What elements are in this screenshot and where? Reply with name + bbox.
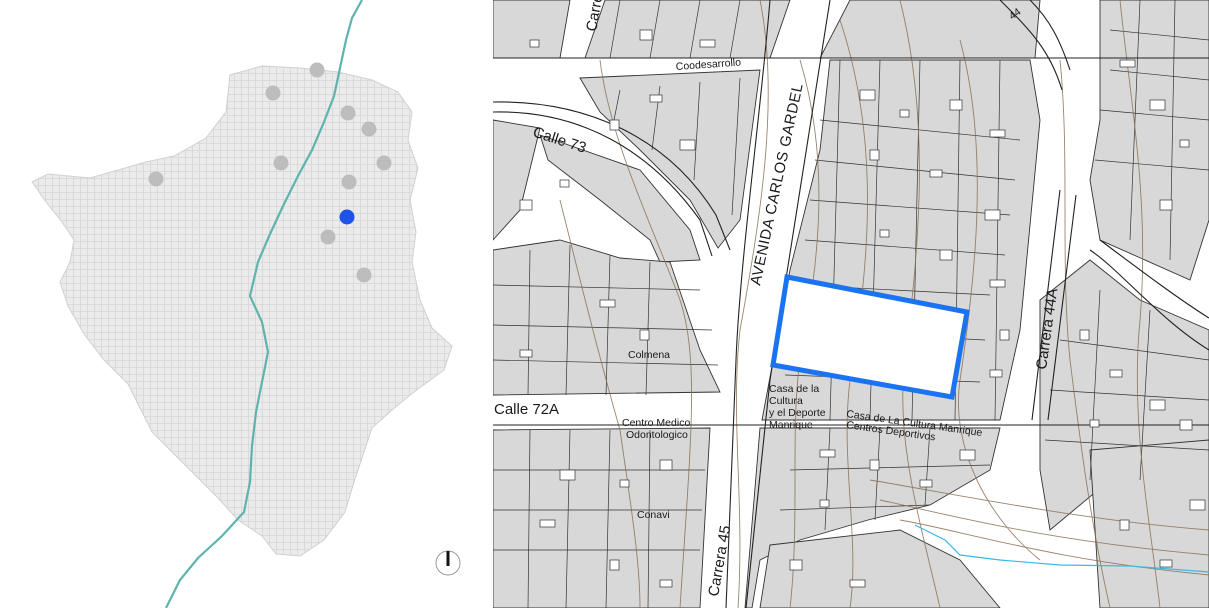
map-figure: Calle 73 Calle 72A AVENIDA CARLOS GARDEL… — [31, 0, 1209, 608]
building-footprint — [999, 329, 1010, 341]
city-area — [31, 65, 453, 557]
building-footprint — [619, 479, 630, 488]
highlighted-marker[interactable] — [339, 209, 355, 225]
building-footprint — [1109, 369, 1123, 378]
building-footprint — [1189, 499, 1206, 511]
label-calle-72a: Calle 72A — [494, 401, 559, 418]
building-footprint — [959, 449, 976, 461]
marker-8[interactable] — [341, 174, 357, 190]
building-footprint — [859, 89, 876, 101]
building-footprint — [849, 579, 866, 588]
label-centro-medico-line2: Odontologico — [626, 429, 688, 441]
building-footprint — [1119, 59, 1136, 68]
building-footprint — [1149, 99, 1166, 111]
marker-6[interactable] — [376, 155, 392, 171]
building-footprint — [919, 479, 933, 488]
building-footprint — [989, 279, 1006, 288]
label-colmena: Colmena — [628, 349, 670, 361]
building-footprint — [869, 459, 880, 471]
label-centro-medico-line1: Centro Medico — [622, 417, 690, 429]
label-casa-cultura-line2: Cultura — [769, 395, 803, 407]
building-footprint — [929, 169, 943, 178]
north-arrow-icon — [435, 550, 461, 576]
building-footprint — [789, 559, 803, 571]
marker-5[interactable] — [273, 155, 289, 171]
marker-3[interactable] — [340, 105, 356, 121]
building-footprint — [529, 39, 540, 48]
building-footprint — [1179, 139, 1190, 148]
building-footprint — [1159, 199, 1173, 211]
marker-1[interactable] — [309, 62, 325, 78]
marker-4[interactable] — [361, 121, 377, 137]
building-footprint — [609, 119, 620, 131]
building-footprint — [879, 229, 890, 238]
building-footprint — [519, 349, 533, 358]
marker-10[interactable] — [356, 267, 372, 283]
building-footprint — [659, 459, 673, 471]
building-footprint — [679, 139, 696, 151]
building-footprint — [819, 449, 836, 458]
marker-2[interactable] — [265, 85, 281, 101]
label-casa-cultura-line1: Casa de la — [769, 383, 819, 395]
label-conavi: Conavi — [637, 509, 670, 521]
building-footprint — [559, 469, 576, 481]
building-footprint — [869, 149, 880, 161]
building-footprint — [659, 579, 673, 588]
building-footprint — [1159, 559, 1173, 568]
building-footprint — [939, 249, 953, 261]
building-footprint — [639, 29, 653, 41]
marker-7[interactable] — [148, 171, 164, 187]
building-footprint — [989, 129, 1006, 138]
building-footprint — [1179, 419, 1193, 431]
building-footprint — [1119, 519, 1130, 531]
building-footprint — [949, 99, 963, 111]
overview-map — [31, 0, 461, 608]
building-footprint — [899, 109, 910, 118]
building-footprint — [699, 39, 716, 48]
building-footprint — [599, 299, 616, 308]
building-footprint — [639, 329, 650, 341]
building-footprint — [819, 499, 830, 508]
building-footprint — [1079, 329, 1090, 341]
building-footprint — [609, 559, 620, 571]
building-footprint — [984, 209, 1001, 221]
label-casa-cultura-line4: Manrique — [769, 419, 813, 431]
building-footprint — [559, 179, 570, 188]
building-footprint — [519, 199, 533, 211]
building-footprint — [1149, 399, 1166, 411]
building-footprint — [1089, 419, 1100, 428]
label-casa-cultura-line3: y el Deporte — [769, 407, 826, 419]
building-footprint — [649, 94, 663, 103]
building-footprint — [539, 519, 556, 528]
marker-9[interactable] — [320, 229, 336, 245]
building-footprint — [989, 369, 1003, 378]
